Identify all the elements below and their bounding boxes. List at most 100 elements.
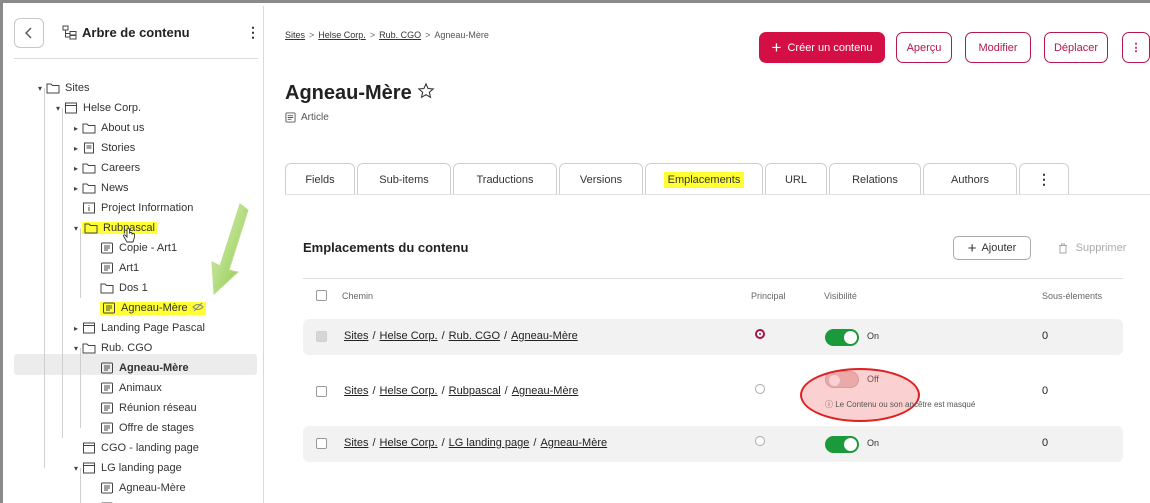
path-link[interactable]: Rub. CGO bbox=[449, 330, 500, 342]
location-path: Sites / Helse Corp. / LG landing page / Agneau… bbox=[344, 437, 607, 449]
tree-item[interactable]: ▾ Rubpascal bbox=[70, 218, 157, 238]
tree-item[interactable]: ▾ LG landing page bbox=[70, 458, 182, 478]
path-link[interactable]: Agneau-Mère bbox=[540, 437, 607, 449]
tree-item-content: Offre de stages bbox=[100, 422, 194, 434]
eye-off-icon bbox=[191, 302, 204, 315]
caret-right-icon[interactable]: ▸ bbox=[70, 184, 82, 193]
tab-relations[interactable]: Relations bbox=[829, 163, 921, 195]
tree-guide-line bbox=[80, 228, 81, 298]
path-link[interactable]: LG landing page bbox=[449, 437, 530, 449]
tree-item[interactable]: ▸ About us bbox=[70, 118, 144, 138]
breadcrumb-link-helse[interactable]: Helse Corp. bbox=[318, 30, 366, 40]
path-link[interactable]: Helse Corp. bbox=[380, 385, 438, 397]
chevron-left-icon bbox=[25, 27, 32, 39]
caret-right-icon[interactable]: ▸ bbox=[70, 324, 82, 333]
tree-item-label: Agneau-Mère bbox=[119, 482, 186, 494]
caret-down-icon[interactable]: ▾ bbox=[70, 344, 82, 353]
tab-emplacements[interactable]: Emplacements bbox=[645, 163, 763, 195]
trash-icon bbox=[1058, 243, 1067, 253]
tab-label: URL bbox=[784, 173, 807, 186]
move-button[interactable]: Déplacer bbox=[1044, 32, 1108, 63]
tree-item[interactable]: ▾ Sites bbox=[34, 78, 89, 98]
path-link[interactable]: Agneau-Mère bbox=[512, 385, 579, 397]
caret-down-icon[interactable]: ▾ bbox=[34, 84, 46, 93]
tab-traductions[interactable]: Traductions bbox=[453, 163, 557, 195]
delete-location-button[interactable]: Supprimer bbox=[1047, 236, 1137, 260]
tree-item[interactable]: ▸ News bbox=[70, 178, 129, 198]
path-link[interactable]: Rubpascal bbox=[449, 385, 501, 397]
tree-item[interactable]: ▾ Helse Corp. bbox=[52, 98, 141, 118]
tree-guide-line bbox=[80, 348, 81, 428]
tree-item[interactable]: Un article bbox=[100, 498, 165, 503]
caret-right-icon[interactable]: ▸ bbox=[70, 144, 82, 153]
visibility-label: On bbox=[867, 438, 880, 448]
main-location-radio[interactable] bbox=[755, 329, 765, 339]
tab-more[interactable]: ⋮ bbox=[1019, 163, 1069, 195]
tree-item[interactable]: CGO - landing page bbox=[82, 438, 199, 458]
preview-button[interactable]: Aperçu bbox=[896, 32, 952, 63]
caret-down-icon[interactable]: ▾ bbox=[70, 224, 82, 233]
folder-icon bbox=[82, 162, 96, 174]
tab-versions[interactable]: Versions bbox=[559, 163, 643, 195]
path-link[interactable]: Sites bbox=[344, 330, 368, 342]
path-link[interactable]: Sites bbox=[344, 437, 368, 449]
folder-icon bbox=[100, 282, 114, 294]
tree-item[interactable]: Dos 1 bbox=[100, 278, 148, 298]
path-link[interactable]: Agneau-Mère bbox=[511, 330, 578, 342]
tree-item[interactable]: Offre de stages bbox=[100, 418, 194, 438]
column-header-path: Chemin bbox=[342, 291, 374, 301]
path-link[interactable]: Sites bbox=[344, 385, 368, 397]
tab-fields[interactable]: Fields bbox=[285, 163, 355, 195]
sidebar-menu-button[interactable]: ⋮ bbox=[246, 24, 260, 41]
tree-item[interactable]: Copie - Art1 bbox=[100, 238, 177, 258]
tree-item[interactable]: Réunion réseau bbox=[100, 398, 197, 418]
caret-right-icon[interactable]: ▸ bbox=[70, 124, 82, 133]
select-all-checkbox[interactable] bbox=[316, 290, 327, 301]
subitems-count: 0 bbox=[1042, 437, 1049, 449]
path-link[interactable]: Helse Corp. bbox=[380, 330, 438, 342]
breadcrumb-separator: > bbox=[309, 30, 315, 40]
add-location-button[interactable]: + Ajouter bbox=[953, 236, 1031, 260]
tree-item[interactable]: Agneau-Mère bbox=[100, 298, 206, 318]
tree-item[interactable]: ▸ Stories bbox=[70, 138, 135, 158]
page-icon bbox=[82, 322, 96, 334]
tree-item[interactable]: Animaux bbox=[100, 378, 162, 398]
more-actions-button[interactable]: ⋮ bbox=[1122, 32, 1150, 63]
tab-authors[interactable]: Authors bbox=[923, 163, 1017, 195]
tab-url[interactable]: URL bbox=[765, 163, 827, 195]
toggle-knob bbox=[844, 331, 857, 344]
kebab-icon: ⋮ bbox=[1130, 42, 1142, 54]
tree-item-label: Animaux bbox=[119, 382, 162, 394]
breadcrumb-separator: > bbox=[425, 30, 431, 40]
breadcrumb-link-rub-cgo[interactable]: Rub. CGO bbox=[379, 30, 421, 40]
content-tree-icon bbox=[62, 25, 77, 40]
tree-item-label: Agneau-Mère bbox=[119, 362, 189, 374]
tree-item[interactable]: ▸ Careers bbox=[70, 158, 140, 178]
tree-item-label: Rub. CGO bbox=[101, 342, 153, 354]
main-location-radio[interactable] bbox=[755, 436, 765, 446]
path-link[interactable]: Helse Corp. bbox=[380, 437, 438, 449]
row-checkbox[interactable] bbox=[316, 331, 327, 342]
visibility-toggle[interactable] bbox=[825, 329, 859, 346]
path-separator: / bbox=[372, 437, 376, 449]
caret-down-icon[interactable]: ▾ bbox=[70, 464, 82, 473]
visibility-toggle[interactable] bbox=[825, 436, 859, 453]
row-checkbox[interactable] bbox=[316, 386, 327, 397]
main-location-radio[interactable] bbox=[755, 384, 765, 394]
create-content-button[interactable]: + Créer un contenu bbox=[759, 32, 885, 63]
tree-item[interactable]: Art1 bbox=[100, 258, 139, 278]
tab-sub-items[interactable]: Sub-items bbox=[357, 163, 451, 195]
star-icon[interactable] bbox=[417, 82, 435, 100]
breadcrumb-link-sites[interactable]: Sites bbox=[285, 30, 305, 40]
tree-item[interactable]: ▸ Landing Page Pascal bbox=[70, 318, 205, 338]
row-checkbox[interactable] bbox=[316, 438, 327, 449]
tree-item-content: CGO - landing page bbox=[82, 442, 199, 454]
caret-right-icon[interactable]: ▸ bbox=[70, 164, 82, 173]
tree-item[interactable]: Agneau-Mère bbox=[100, 478, 186, 498]
tree-item[interactable]: ▾ Rub. CGO bbox=[70, 338, 152, 358]
tree-item[interactable]: Agneau-Mère bbox=[100, 358, 189, 378]
caret-down-icon[interactable]: ▾ bbox=[52, 104, 64, 113]
edit-button[interactable]: Modifier bbox=[965, 32, 1031, 63]
back-button[interactable] bbox=[14, 18, 44, 48]
tree-item[interactable]: Project Information bbox=[82, 198, 193, 218]
